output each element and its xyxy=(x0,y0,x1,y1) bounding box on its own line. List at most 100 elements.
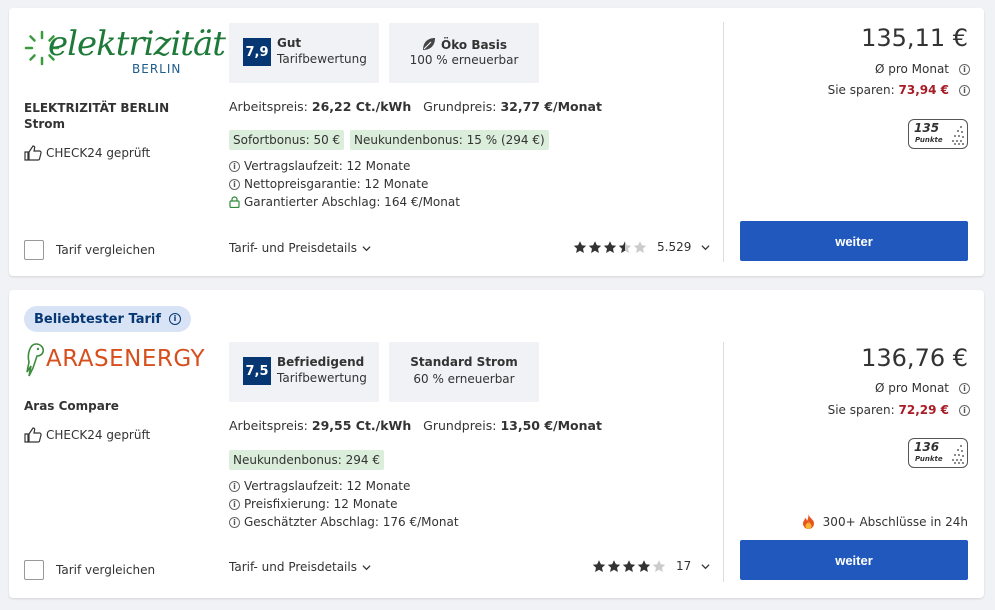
monthly-price: 136,76 € xyxy=(861,344,968,372)
tariff-details-toggle[interactable]: Tarif- und Preisdetails xyxy=(229,241,371,255)
flame-icon xyxy=(802,514,814,529)
star-icon xyxy=(592,560,606,572)
score-sub: Tarifbewertung xyxy=(277,52,367,66)
points-dots-icon xyxy=(952,445,964,464)
info-row: i Vertragslaufzeit: 12 Monate xyxy=(229,479,410,493)
arbeitspreis-value: 26,22 Ct./kWh xyxy=(311,99,412,114)
per-month-label: Ø pro Monat i xyxy=(875,381,970,395)
info-icon[interactable]: i xyxy=(959,63,970,75)
star-rating xyxy=(592,559,666,573)
bonus-badge: Neukundenbonus: 294 € xyxy=(229,450,384,470)
check24-verified: CHECK24 geprüft xyxy=(24,427,150,443)
provider-name: Aras Compare xyxy=(24,399,119,413)
points-badge: 135 Punkte xyxy=(908,119,968,149)
info-icon[interactable]: i xyxy=(229,516,240,528)
score-sub: Tarifbewertung xyxy=(277,371,367,385)
star-icon xyxy=(622,560,636,572)
info-row: i Vertragslaufzeit: 12 Monate xyxy=(229,159,410,173)
star-icon xyxy=(618,241,632,253)
star-rating xyxy=(573,240,647,254)
compare-checkbox[interactable] xyxy=(24,240,44,260)
compare-label[interactable]: Tarif vergleichen xyxy=(56,563,155,577)
points-label: Punkte xyxy=(915,136,943,144)
info-icon[interactable]: i xyxy=(229,178,240,190)
divider xyxy=(723,22,724,262)
info-row: i Nettopreisgarantie: 12 Monate xyxy=(229,177,428,191)
tariff-details-toggle[interactable]: Tarif- und Preisdetails xyxy=(229,560,371,574)
rating-count: 17 xyxy=(676,559,692,573)
bonus-badge: Sofortbonus: 50 € xyxy=(229,130,345,150)
compare-checkbox[interactable] xyxy=(24,560,44,580)
continue-button[interactable]: weiter xyxy=(740,540,968,580)
eco-title: Öko Basis xyxy=(389,36,539,52)
grundpreis-value: 32,77 €/Monat xyxy=(500,99,602,114)
points-dots-icon xyxy=(952,126,964,145)
star-icon xyxy=(633,241,647,253)
thumbs-up-icon xyxy=(24,427,42,443)
info-icon[interactable]: i xyxy=(959,404,970,416)
savings-value: 73,94 € xyxy=(898,83,949,97)
eco-box: Öko Basis 100 % erneuerbar xyxy=(389,23,539,83)
tariff-card: Beliebtester Tarif i ARASENERGY Aras Com… xyxy=(9,290,984,598)
continue-button[interactable]: weiter xyxy=(740,221,968,261)
chevron-down-icon xyxy=(362,245,371,251)
points-badge: 136 Punkte xyxy=(908,438,968,468)
provider-name: ELEKTRIZITÄT BERLIN Strom xyxy=(24,101,170,131)
leaf-icon xyxy=(423,38,436,50)
chevron-down-icon xyxy=(362,564,371,570)
info-icon[interactable]: i xyxy=(229,480,240,492)
info-icon[interactable]: i xyxy=(229,498,240,510)
eco-sub: 60 % erneuerbar xyxy=(413,372,515,386)
points-label: Punkte xyxy=(915,455,943,463)
thumbs-up-icon xyxy=(24,145,42,161)
tariff-rating-box: 7,5 Befriedigend Tarifbewertung xyxy=(229,342,379,402)
star-icon xyxy=(603,241,617,253)
rating-summary[interactable]: 5.529 xyxy=(573,240,710,254)
lock-icon xyxy=(229,196,240,208)
divider xyxy=(723,342,724,582)
per-month-label: Ø pro Monat i xyxy=(875,62,970,76)
star-icon xyxy=(652,560,666,572)
parrot-logo-icon xyxy=(26,343,44,377)
eco-sub: 100 % erneuerbar xyxy=(409,53,519,67)
price-breakdown: Arbeitspreis: 26,22 Ct./kWh Grundpreis: … xyxy=(229,99,602,114)
tariff-name: Strom xyxy=(24,117,66,131)
star-icon xyxy=(607,560,621,572)
bonus-badge: Neukundenbonus: 15 % (294 €) xyxy=(350,130,549,150)
provider-logo: elektrizität BERLIN xyxy=(24,22,226,80)
compare-label[interactable]: Tarif vergleichen xyxy=(56,243,155,257)
logo-wordmark: elektrizität xyxy=(48,24,226,64)
tariff-card: elektrizität BERLIN ELEKTRIZITÄT BERLIN … xyxy=(9,8,984,276)
savings: Sie sparen: 73,94 € i xyxy=(828,83,970,97)
eco-box: Standard Strom 60 % erneuerbar xyxy=(389,342,539,402)
info-icon[interactable]: i xyxy=(959,84,970,96)
info-row: i Geschätzter Abschlag: 176 €/Monat xyxy=(229,515,459,529)
eco-title: Standard Strom xyxy=(410,355,518,369)
star-icon xyxy=(573,241,587,253)
points-value: 136 xyxy=(914,440,940,454)
score-label: Gut xyxy=(277,36,302,50)
savings: Sie sparen: 72,29 € i xyxy=(828,403,970,417)
star-icon xyxy=(588,241,602,253)
info-row: Garantierter Abschlag: 164 €/Monat xyxy=(229,195,460,209)
score-badge: 7,9 xyxy=(243,38,271,66)
score-badge: 7,5 xyxy=(243,357,271,385)
savings-value: 72,29 € xyxy=(898,403,949,417)
logo-wordmark: ARASENERGY xyxy=(46,346,206,372)
arbeitspreis-value: 29,55 Ct./kWh xyxy=(311,418,412,433)
logo-subtext: BERLIN xyxy=(132,62,182,76)
chevron-down-icon xyxy=(701,563,710,569)
provider-logo: ARASENERGY xyxy=(24,340,205,380)
popular-tariff-badge: Beliebtester Tarif i xyxy=(24,306,191,332)
info-icon[interactable]: i xyxy=(229,160,240,172)
points-value: 135 xyxy=(914,121,940,135)
info-icon[interactable]: i xyxy=(169,313,181,325)
tariff-rating-box: 7,9 Gut Tarifbewertung xyxy=(229,23,379,83)
info-row: i Preisfixierung: 12 Monate xyxy=(229,497,398,511)
rating-summary[interactable]: 17 xyxy=(592,559,710,573)
monthly-price: 135,11 € xyxy=(861,24,968,52)
star-icon xyxy=(637,560,651,572)
rating-count: 5.529 xyxy=(657,240,692,254)
info-icon[interactable]: i xyxy=(959,382,970,394)
chevron-down-icon xyxy=(701,244,710,250)
